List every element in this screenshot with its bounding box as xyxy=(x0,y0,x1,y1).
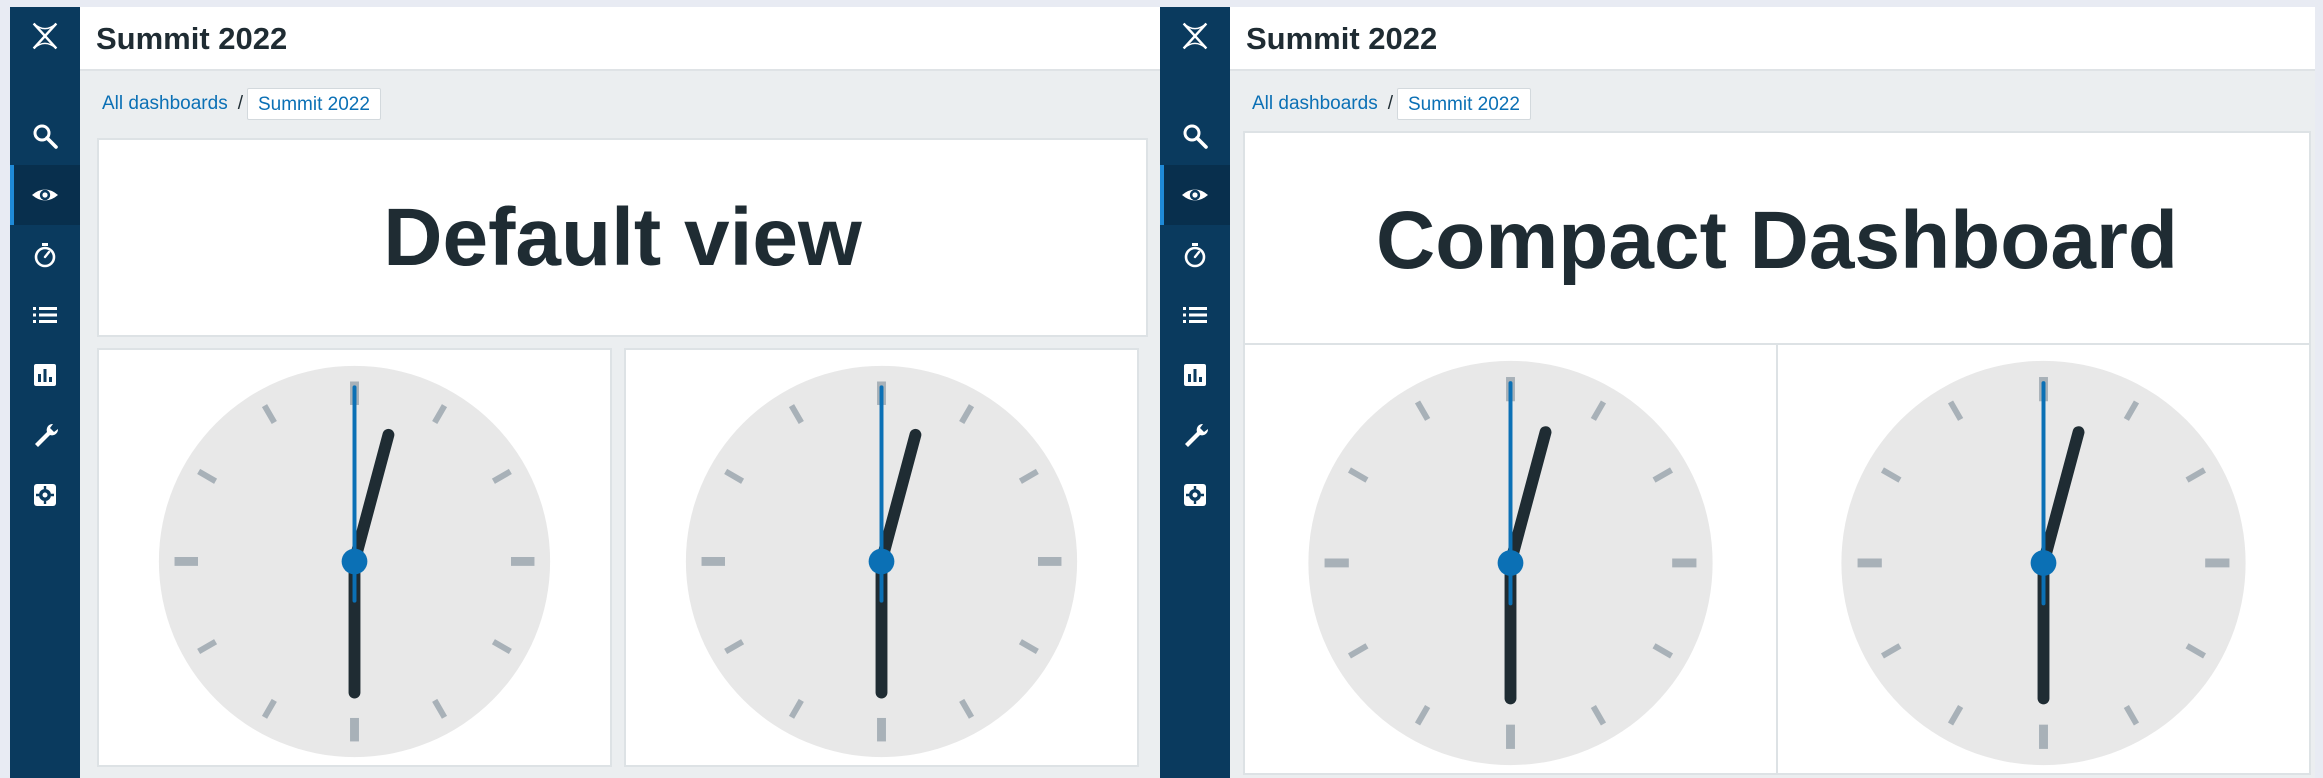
sidebar-item-services[interactable] xyxy=(10,225,80,285)
zabbix-logo[interactable] xyxy=(1160,7,1230,65)
dashboard-frame-default: Summit 2022 All dashboards / Summit 2022… xyxy=(10,7,1160,778)
wrench-icon xyxy=(1185,423,1209,447)
stopwatch-icon xyxy=(1184,243,1206,268)
sidebar-item-reports[interactable] xyxy=(1160,345,1230,405)
breadcrumb-separator: / xyxy=(237,93,243,114)
analog-clock-1 xyxy=(1308,360,1713,766)
widget-title-text: Compact Dashboard xyxy=(1376,195,2178,286)
sidebar-item-data-collection[interactable] xyxy=(1160,405,1230,465)
stopwatch-icon xyxy=(34,243,56,268)
analog-clock-2 xyxy=(1841,360,2246,766)
breadcrumb-separator: / xyxy=(1387,93,1393,114)
zabbix-logo[interactable] xyxy=(10,7,80,65)
eye-icon xyxy=(1182,189,1208,201)
clock-widget-2[interactable] xyxy=(1776,343,2311,775)
clock-center-pin xyxy=(1497,550,1524,576)
list-icon xyxy=(1183,307,1207,323)
breadcrumb-current-dashboard[interactable]: Summit 2022 xyxy=(246,88,381,120)
sidebar-item-data-collection[interactable] xyxy=(10,405,80,465)
sidebar-item-reports[interactable] xyxy=(10,345,80,405)
eye-icon xyxy=(32,189,58,201)
page-title: Summit 2022 xyxy=(1246,21,1438,56)
sidebar-rail xyxy=(10,7,80,778)
sidebar-item-administration[interactable] xyxy=(1160,465,1230,525)
page-title: Summit 2022 xyxy=(96,21,288,56)
sidebar-item-monitoring[interactable] xyxy=(10,165,80,225)
clock-center-pin xyxy=(341,548,368,575)
clock-widget-2[interactable] xyxy=(624,348,1139,767)
clock-center-pin xyxy=(2030,550,2057,576)
zabbix-x-logo-icon xyxy=(32,22,58,50)
list-icon xyxy=(33,307,57,323)
text-widget[interactable]: Compact Dashboard xyxy=(1243,131,2311,351)
sidebar-item-inventory[interactable] xyxy=(10,285,80,345)
analog-clock-2 xyxy=(685,365,1078,758)
zabbix-x-logo-icon xyxy=(1182,22,1208,50)
sidebar-item-search[interactable] xyxy=(1160,106,1230,166)
dashboard-frame-compact: Summit 2022 All dashboards / Summit 2022… xyxy=(1160,7,2315,778)
dashboard-header: Summit 2022 xyxy=(1230,7,2315,71)
clock-widget-1[interactable] xyxy=(1243,343,1778,775)
sidebar-rail xyxy=(1160,7,1230,778)
bar-chart-icon xyxy=(1184,364,1206,386)
sidebar-item-monitoring[interactable] xyxy=(1160,165,1230,225)
gear-icon xyxy=(1184,484,1206,506)
breadcrumb-current-dashboard[interactable]: Summit 2022 xyxy=(1396,88,1531,120)
gear-icon xyxy=(34,484,56,506)
clock-center-pin xyxy=(868,548,895,575)
search-icon xyxy=(1183,124,1208,149)
dashboard-header: Summit 2022 xyxy=(80,7,1160,71)
breadcrumb-all-dashboards[interactable]: All dashboards xyxy=(1246,88,1384,120)
sidebar-item-search[interactable] xyxy=(10,106,80,166)
search-icon xyxy=(33,124,58,149)
sidebar-item-inventory[interactable] xyxy=(1160,285,1230,345)
breadcrumb: All dashboards / Summit 2022 xyxy=(96,87,381,121)
analog-clock-1 xyxy=(158,365,551,758)
breadcrumb: All dashboards / Summit 2022 xyxy=(1246,87,1531,121)
sidebar-item-services[interactable] xyxy=(1160,225,1230,285)
clock-widget-1[interactable] xyxy=(97,348,612,767)
sidebar-item-administration[interactable] xyxy=(10,465,80,525)
bar-chart-icon xyxy=(34,364,56,386)
widget-title-text: Default view xyxy=(383,191,862,283)
wrench-icon xyxy=(35,423,59,447)
breadcrumb-all-dashboards[interactable]: All dashboards xyxy=(96,88,234,120)
text-widget[interactable]: Default view xyxy=(97,138,1148,337)
